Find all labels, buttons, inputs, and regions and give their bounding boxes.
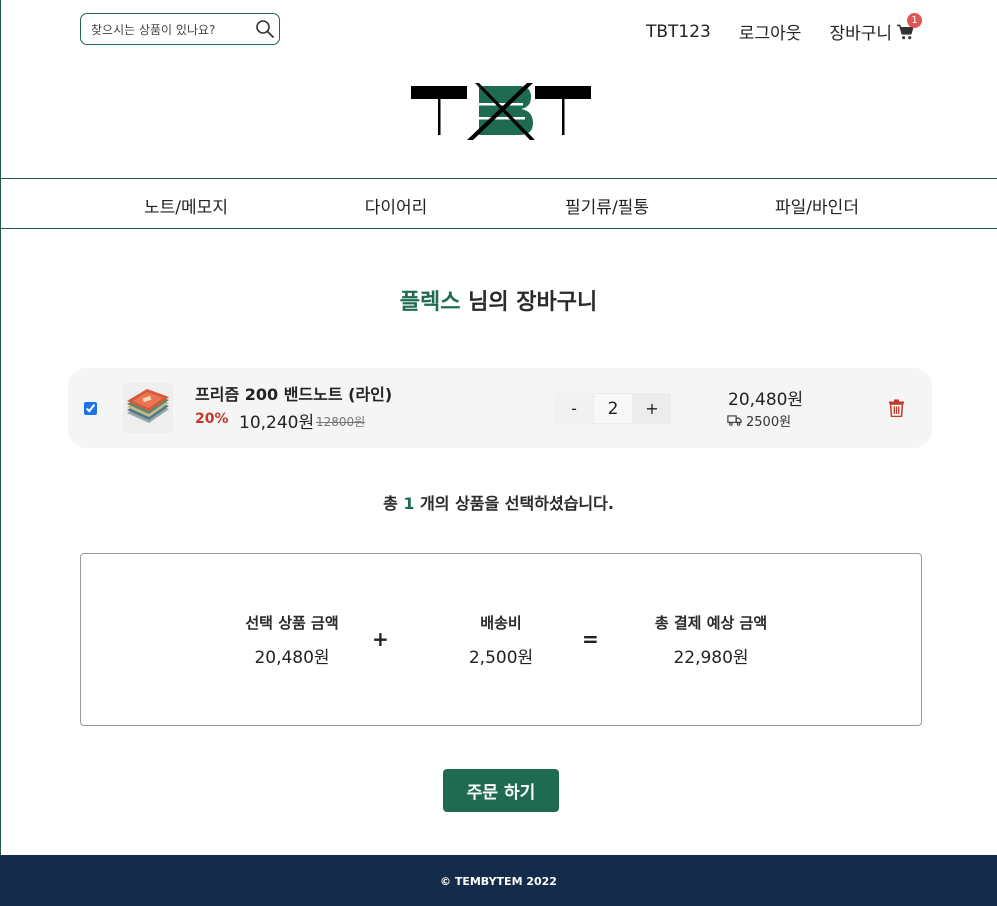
item-shipping: 2500원 [727, 411, 791, 430]
cart-count-badge: 1 [907, 13, 922, 28]
category-notes[interactable]: 노트/메모지 [96, 193, 276, 218]
shipping-value: 2,500원 [468, 648, 534, 668]
quantity-increase-button[interactable]: + [633, 393, 671, 424]
shipping-fee: 2500원 [746, 415, 792, 430]
item-total-price: 20,480원 [728, 390, 804, 410]
search-box[interactable] [80, 13, 280, 45]
shipping-block: 배송비 2,500원 [421, 612, 581, 668]
selection-summary: 총 1 개의 상품을 선택하셨습니다. [0, 490, 997, 514]
category-files-binders[interactable]: 파일/바인더 [727, 193, 907, 218]
brand-logo[interactable] [409, 83, 593, 143]
grand-total-label: 총 결제 예상 금액 [654, 614, 768, 632]
plus-sign: + [372, 627, 389, 651]
selection-count: 1 [403, 494, 415, 513]
sale-price: 10,240원 [239, 413, 315, 433]
title-username: 플렉스 [399, 290, 461, 315]
subtotal-label: 선택 상품 금액 [245, 614, 339, 632]
logout-link[interactable]: 로그아웃 [739, 19, 802, 44]
username-link[interactable]: TBT123 [646, 22, 711, 42]
cart-label: 장바구니 [829, 24, 892, 44]
discount-rate: 20% [195, 411, 229, 427]
footer: © TEMBYTEM 2022 [0, 855, 997, 906]
item-select-checkbox[interactable] [84, 402, 97, 415]
top-bar: TBT123 로그아웃 장바구니 1 [0, 0, 997, 60]
truck-icon [727, 415, 742, 426]
cart-item-row: 프리즘 200 밴드노트 (라인) 20% 10,240원 12800원 - 2… [68, 368, 932, 448]
category-nav: 노트/메모지 다이어리 필기류/필통 파일/바인더 [0, 178, 997, 229]
category-writing-tools[interactable]: 필기류/필통 [517, 193, 697, 218]
order-button[interactable]: 주문 하기 [443, 769, 559, 812]
grand-total-value: 22,980원 [673, 648, 749, 668]
selection-prefix: 총 [383, 494, 404, 513]
quantity-decrease-button[interactable]: - [555, 393, 593, 424]
page-title: 플렉스 님의 장바구니 [0, 284, 997, 316]
quantity-value: 2 [593, 393, 633, 424]
trash-icon[interactable] [888, 399, 905, 417]
quantity-stepper: - 2 + [555, 393, 671, 424]
selection-suffix: 개의 상품을 선택하셨습니다. [414, 494, 614, 513]
cart-link[interactable]: 장바구니 1 [829, 13, 922, 44]
subtotal-value: 20,480원 [254, 648, 330, 668]
totals-box: 선택 상품 금액 20,480원 + 배송비 2,500원 = 총 결제 예상 … [80, 553, 922, 726]
grand-total-block: 총 결제 예상 금액 22,980원 [631, 612, 791, 668]
subtotal-block: 선택 상품 금액 20,480원 [212, 612, 372, 668]
footer-copyright: © TEMBYTEM 2022 [440, 875, 557, 888]
product-name[interactable]: 프리즘 200 밴드노트 (라인) [195, 381, 392, 405]
shipping-label: 배송비 [480, 614, 522, 632]
search-icon[interactable] [255, 19, 275, 39]
title-suffix: 님의 장바구니 [460, 290, 598, 315]
equals-sign: = [582, 627, 599, 651]
user-nav: TBT123 로그아웃 장바구니 1 [646, 13, 922, 44]
category-diary[interactable]: 다이어리 [306, 193, 486, 218]
original-price: 12800원 [316, 415, 366, 429]
search-input[interactable] [91, 20, 251, 40]
product-thumbnail[interactable] [123, 383, 173, 433]
